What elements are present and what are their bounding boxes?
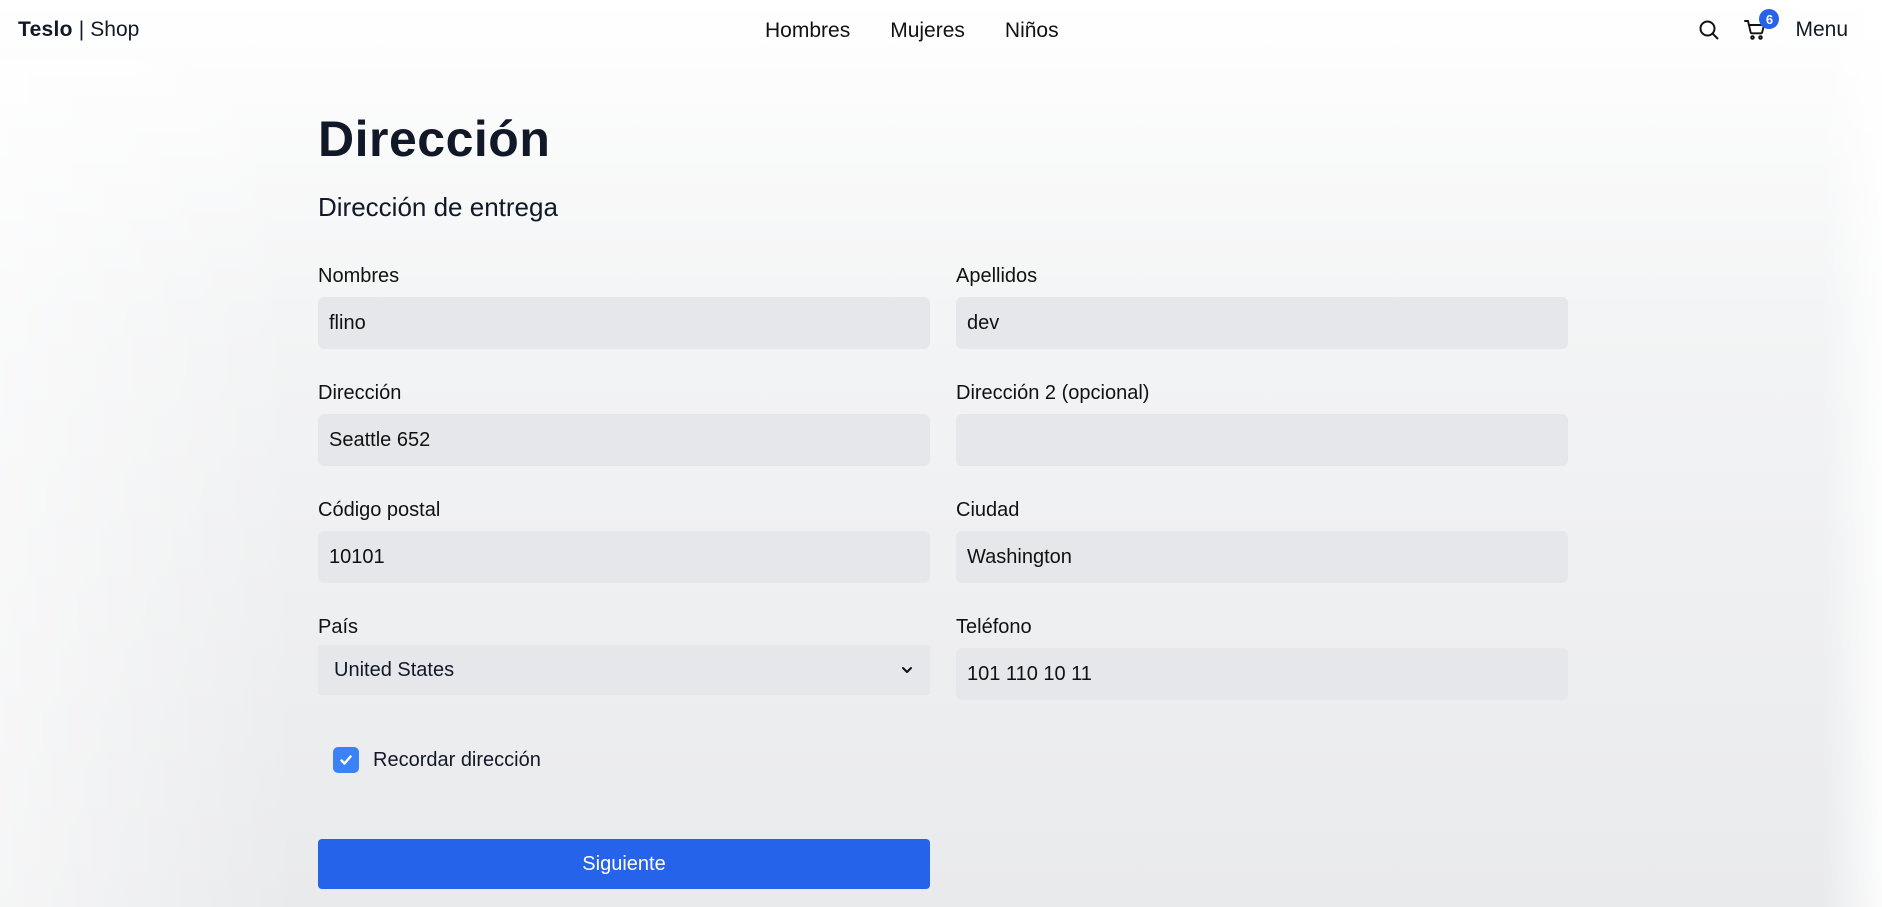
- city-input[interactable]: [956, 531, 1568, 583]
- postal-code-input[interactable]: [318, 531, 930, 583]
- country-field: País United States: [318, 616, 930, 695]
- postal-code-label: Código postal: [318, 499, 441, 521]
- nav-link-ninos[interactable]: Niños: [1005, 19, 1059, 43]
- phone-input[interactable]: [956, 648, 1568, 700]
- first-name-input[interactable]: [318, 297, 930, 349]
- top-nav: Teslo | Shop Hombres Mujeres Niños 6 Men…: [0, 0, 1882, 62]
- address-field: Dirección: [318, 382, 930, 466]
- search-button[interactable]: [1695, 16, 1723, 44]
- country-label: País: [318, 616, 359, 638]
- postal-code-field: Código postal: [318, 499, 930, 583]
- nav-link-hombres[interactable]: Hombres: [765, 19, 850, 43]
- background-shade: [0, 60, 300, 907]
- last-name-input[interactable]: [956, 297, 1568, 349]
- remember-address-checkbox[interactable]: [333, 747, 359, 773]
- chevron-down-icon: [902, 667, 912, 673]
- country-selected-value: United States: [334, 658, 455, 681]
- section-title: Dirección de entrega: [318, 192, 558, 222]
- brand-suffix: Shop: [90, 18, 140, 41]
- phone-field: Teléfono: [956, 616, 1568, 700]
- address-page: Dirección Dirección de entrega Nombres A…: [318, 110, 1568, 889]
- search-icon: [1699, 20, 1720, 40]
- cart-count-badge: 6: [1759, 9, 1780, 29]
- cart-button[interactable]: 6: [1741, 9, 1780, 44]
- first-name-field: Nombres: [318, 265, 930, 349]
- city-field: Ciudad: [956, 499, 1568, 583]
- nav-link-mujeres[interactable]: Mujeres: [890, 19, 965, 43]
- background-shade: [1822, 0, 1882, 907]
- first-name-label: Nombres: [318, 265, 400, 287]
- brand-name: Teslo: [18, 18, 73, 41]
- checkmark-icon: [340, 755, 352, 765]
- remember-address-label[interactable]: Recordar dirección: [373, 749, 541, 772]
- address2-field: Dirección 2 (opcional): [956, 382, 1568, 466]
- next-button[interactable]: Siguiente: [318, 839, 930, 889]
- country-select[interactable]: United States: [318, 645, 930, 695]
- brand-separator: |: [78, 18, 85, 41]
- page-title: Dirección: [318, 111, 551, 167]
- menu-button[interactable]: Menu: [1795, 18, 1848, 42]
- last-name-field: Apellidos: [956, 265, 1568, 349]
- category-nav: Hombres Mujeres Niños: [765, 19, 1059, 43]
- last-name-label: Apellidos: [956, 265, 1038, 287]
- address-input[interactable]: [318, 414, 930, 466]
- address2-label: Dirección 2 (opcional): [956, 382, 1150, 404]
- remember-address-row: Recordar dirección: [333, 747, 541, 773]
- address2-input[interactable]: [956, 414, 1568, 466]
- address-label: Dirección: [318, 382, 402, 404]
- brand-logo[interactable]: Teslo | Shop: [18, 18, 139, 42]
- city-label: Ciudad: [956, 499, 1020, 521]
- nav-actions: 6 Menu: [1695, 9, 1848, 44]
- phone-label: Teléfono: [956, 616, 1032, 638]
